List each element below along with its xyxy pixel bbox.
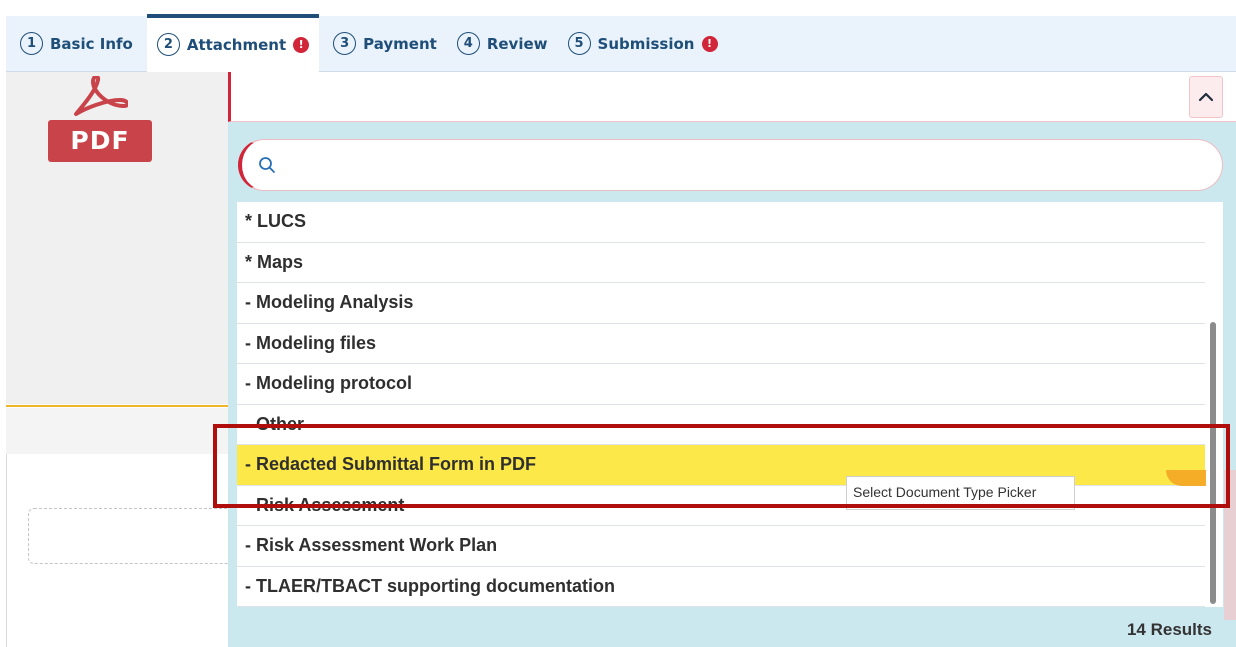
decorative-edge xyxy=(1224,470,1236,620)
tooltip: Select Document Type Picker xyxy=(846,476,1075,510)
error-alert-icon: ! xyxy=(701,35,718,52)
list-item[interactable]: - TLAER/TBACT supporting documentation xyxy=(237,567,1205,607)
option-label: - Modeling files xyxy=(245,332,377,353)
list-item[interactable]: * Maps xyxy=(237,243,1205,283)
option-label: - Modeling Analysis xyxy=(245,292,414,313)
option-label: * Maps xyxy=(245,251,304,272)
option-label: - Risk Assessment Work Plan xyxy=(245,535,498,556)
drop-zone[interactable] xyxy=(28,508,248,564)
option-label: * LUCS xyxy=(245,211,307,232)
collapse-button[interactable] xyxy=(1189,76,1223,118)
step-number: 1 xyxy=(20,32,43,55)
divider xyxy=(194,72,230,404)
wizard-tabs: 1 Basic Info 2 Attachment ! 3 Payment 4 … xyxy=(6,13,1236,72)
option-label: - Redacted Submittal Form in PDF xyxy=(245,454,537,475)
divider xyxy=(6,405,236,407)
results-count: 14 Results xyxy=(1126,620,1212,639)
option-label: - Other xyxy=(245,413,305,434)
page: 1 Basic Info 2 Attachment ! 3 Payment 4 … xyxy=(0,0,1236,647)
step-number: 3 xyxy=(333,32,357,55)
step-number: 4 xyxy=(456,32,480,55)
panel-footer xyxy=(6,408,236,454)
tab-review[interactable]: 4 Review xyxy=(451,16,554,72)
tab-payment[interactable]: 3 Payment xyxy=(327,16,443,72)
search-input[interactable] xyxy=(286,150,1186,180)
tab-label: Payment xyxy=(363,34,437,53)
search-field[interactable] xyxy=(238,139,1223,191)
search-icon xyxy=(259,157,275,173)
error-alert-icon: ! xyxy=(293,36,310,53)
option-label: - TLAER/TBACT supporting documentation xyxy=(245,575,615,596)
list-item[interactable]: - Other xyxy=(237,405,1205,445)
pdf-file-icon: PDF xyxy=(42,72,154,162)
tab-label: Review xyxy=(486,34,548,53)
scrollbar[interactable] xyxy=(1210,322,1216,604)
divider xyxy=(6,454,7,647)
option-label: - Modeling protocol xyxy=(245,373,412,394)
tab-label: Submission xyxy=(597,34,695,53)
list-item[interactable]: - Modeling protocol xyxy=(237,364,1205,405)
tab-attachment[interactable]: 2 Attachment ! xyxy=(146,13,320,72)
option-label: - Risk Assessment xyxy=(245,494,405,515)
list-item[interactable]: - Modeling files xyxy=(237,324,1205,364)
list-item[interactable]: - Modeling Analysis xyxy=(237,283,1205,324)
tab-label: Attachment xyxy=(186,35,287,54)
options-list: * LUCS * Maps - Modeling Analysis - Mode… xyxy=(237,202,1223,607)
list-item[interactable]: * LUCS xyxy=(237,202,1205,243)
tab-basic-info[interactable]: 1 Basic Info xyxy=(14,16,139,72)
list-item[interactable]: - Risk Assessment Work Plan xyxy=(237,526,1205,567)
pdf-label: PDF xyxy=(48,120,152,162)
chevron-up-icon xyxy=(1198,92,1214,102)
step-number: 2 xyxy=(156,33,180,56)
tab-submission[interactable]: 5 Submission ! xyxy=(562,16,724,72)
tab-label: Basic Info xyxy=(50,34,133,53)
step-number: 5 xyxy=(567,32,591,55)
acrobat-icon xyxy=(74,76,128,116)
document-type-select[interactable] xyxy=(228,72,1236,122)
